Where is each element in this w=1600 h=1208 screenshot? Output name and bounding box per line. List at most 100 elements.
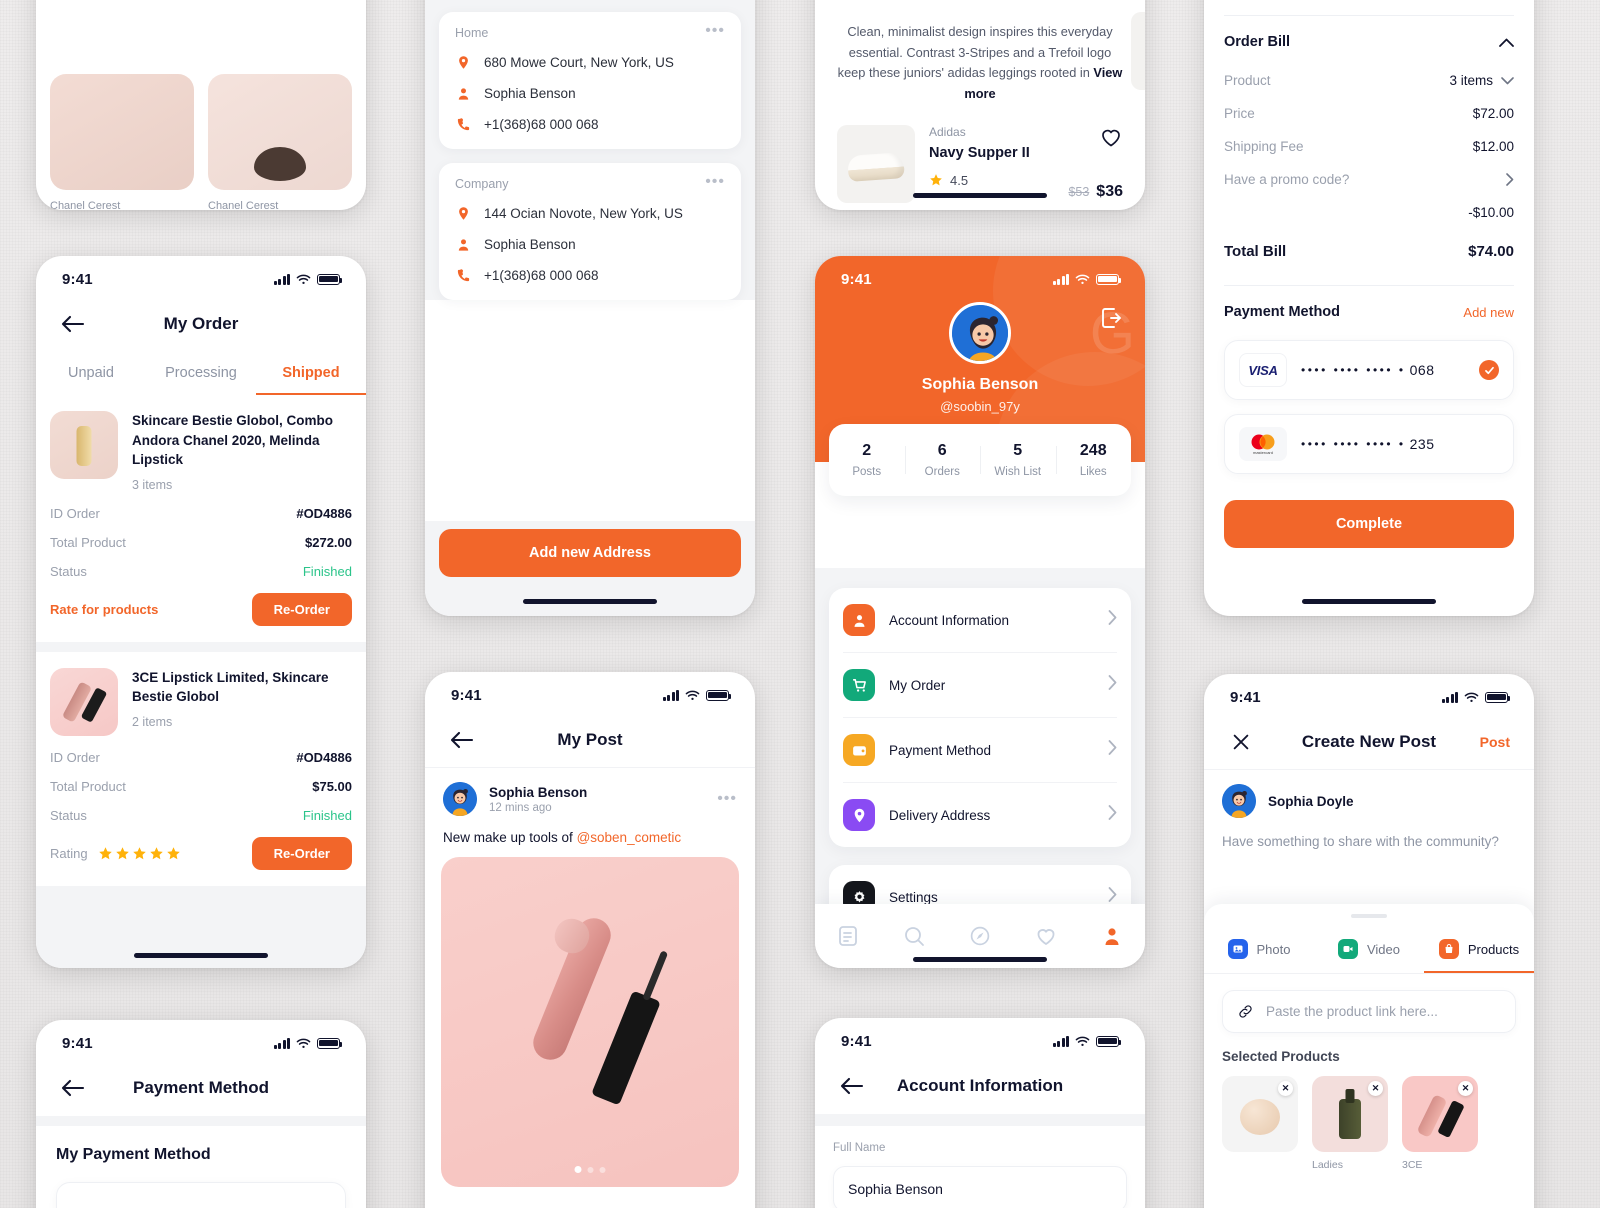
product-card[interactable]: Chanel Cerest Skincare Bestie Globol $24…: [208, 74, 352, 210]
home-indicator: [913, 957, 1047, 962]
compass-icon[interactable]: [968, 924, 992, 948]
link-icon: [1239, 1005, 1252, 1018]
description-text: Clean, minimalist design inspires this e…: [837, 24, 1113, 81]
wifi-icon: [685, 690, 700, 700]
product-card[interactable]: Chanel Cerest Andora Skincare $24.00 4.6…: [50, 74, 194, 210]
avatar[interactable]: [1222, 784, 1256, 818]
home-indicator: [523, 599, 657, 604]
tab-label: Video: [1366, 941, 1400, 957]
stat-posts[interactable]: 2 Posts: [829, 442, 905, 478]
menu-item-delivery-address[interactable]: Delivery Address: [843, 782, 1117, 847]
check-icon[interactable]: [1479, 360, 1499, 380]
selected-product[interactable]: ✕ Ladies: [1312, 1076, 1388, 1171]
cart-icon: [843, 669, 875, 701]
reorder-button[interactable]: Re-Order: [251, 836, 352, 870]
post-image: [441, 857, 739, 1187]
menu-item-account-information[interactable]: Account Information: [843, 588, 1117, 652]
order-status-row: Status Finished: [50, 808, 352, 823]
order-bill-header[interactable]: Order Bill: [1224, 16, 1514, 64]
star-rating: [98, 846, 181, 861]
reorder-button[interactable]: Re-Order: [251, 592, 352, 626]
order-status-value: Finished: [302, 563, 352, 579]
tab-unpaid[interactable]: Unpaid: [36, 352, 146, 395]
selected-product[interactable]: ✕: [1222, 1076, 1298, 1171]
signal-icon: [662, 689, 679, 701]
stat-wishlist[interactable]: 5 Wish List: [980, 442, 1056, 478]
close-icon[interactable]: [1228, 732, 1254, 752]
chevron-up-icon[interactable]: [1499, 38, 1514, 47]
section-title: My Payment Method: [56, 1146, 211, 1163]
remove-product-icon[interactable]: ✕: [1368, 1081, 1383, 1096]
payment-card-mastercard[interactable]: mastercard •••• •••• •••• • 235: [1224, 414, 1514, 474]
more-options-icon[interactable]: •••: [705, 174, 725, 189]
product-link-input[interactable]: Paste the product link here...: [1222, 990, 1516, 1033]
chevron-right-icon[interactable]: [1506, 173, 1514, 186]
profile-handle: @soobin_97y: [940, 399, 1020, 414]
post-mention[interactable]: @soben_cometic: [577, 830, 682, 845]
order-title: Skincare Bestie Globol, Combo Andora Cha…: [132, 413, 334, 468]
order-card[interactable]: Skincare Bestie Globol, Combo Andora Cha…: [36, 395, 366, 642]
stat-likes[interactable]: 248 Likes: [1055, 442, 1132, 478]
rating-value: 4.5: [950, 172, 969, 188]
star-icon: [115, 846, 129, 859]
menu-item-payment-method[interactable]: Payment Method: [843, 717, 1117, 782]
product-image: [208, 74, 352, 190]
chevron-down-icon[interactable]: [1501, 76, 1514, 85]
bill-row-discount: -$10.00: [1224, 196, 1514, 229]
location-icon: [455, 205, 472, 222]
tab-video[interactable]: Video: [1314, 928, 1424, 973]
saved-card-placeholder[interactable]: [56, 1182, 346, 1208]
add-new-address-button[interactable]: Add new Address: [439, 529, 741, 577]
nav-bar: My Post: [425, 712, 755, 768]
address-card[interactable]: Company ••• 144 Ocian Novote, New York, …: [439, 163, 741, 300]
price-current: $36: [1096, 182, 1123, 200]
payment-card-visa[interactable]: VISA •••• •••• •••• • 068: [1224, 340, 1514, 400]
back-arrow-icon[interactable]: [60, 314, 86, 334]
product-name: Navy Supper II: [929, 144, 1030, 161]
order-bill-title: Order Bill: [1224, 34, 1291, 50]
bill-value-text: 3 items: [1449, 73, 1493, 88]
order-thumbnail: [50, 411, 118, 479]
post-text-input[interactable]: Have something to share with the communi…: [1204, 818, 1534, 865]
tab-processing[interactable]: Processing: [146, 352, 256, 395]
profile-icon[interactable]: [1100, 924, 1124, 948]
logout-icon[interactable]: [1099, 306, 1125, 330]
back-arrow-icon[interactable]: [839, 1076, 865, 1096]
remove-product-icon[interactable]: ✕: [1278, 1081, 1293, 1096]
account-information-screen: 9:41 Account Information Full Name Sophi…: [815, 1018, 1145, 1208]
bill-row-product[interactable]: Product 3 items: [1224, 64, 1514, 97]
stat-orders[interactable]: 6 Orders: [904, 442, 981, 478]
tab-photo[interactable]: Photo: [1204, 928, 1314, 973]
back-arrow-icon[interactable]: [60, 1078, 86, 1098]
menu-item-my-order[interactable]: My Order: [843, 652, 1117, 717]
remove-product-icon[interactable]: ✕: [1458, 1081, 1473, 1096]
stat-label: Orders: [924, 466, 960, 478]
heart-icon[interactable]: [1099, 125, 1123, 149]
avatar[interactable]: [443, 782, 477, 816]
selected-product[interactable]: ✕ 3CE: [1402, 1076, 1478, 1171]
complete-button[interactable]: Complete: [1224, 500, 1514, 548]
battery-icon: [1096, 273, 1122, 285]
more-options-icon[interactable]: •••: [717, 791, 737, 806]
order-actions: Rate for products Re-Order: [50, 592, 352, 626]
search-icon[interactable]: [902, 924, 926, 948]
avatar[interactable]: [949, 302, 1011, 364]
address-card[interactable]: Home ••• 680 Mowe Court, New York, US So…: [439, 12, 741, 149]
order-card[interactable]: 3CE Lipstick Limited, Skincare Bestie Gl…: [36, 651, 366, 886]
status-bar: 9:41: [1204, 674, 1534, 714]
feed-icon[interactable]: [836, 924, 860, 948]
rate-products-link[interactable]: Rate for products: [50, 602, 158, 617]
full-name-field[interactable]: Sophia Benson: [833, 1166, 1127, 1208]
back-arrow-icon[interactable]: [449, 730, 475, 750]
tab-shipped[interactable]: Shipped: [256, 352, 366, 395]
post-button[interactable]: Post: [1480, 734, 1510, 750]
add-new-card-link[interactable]: Add new: [1463, 305, 1514, 320]
related-product-row[interactable]: Adidas Navy Supper II 4.5 $53 $36: [815, 105, 1145, 203]
order-total-label: Total Product: [50, 534, 126, 550]
sheet-grabber[interactable]: [1351, 914, 1387, 918]
heart-icon[interactable]: [1034, 924, 1058, 948]
bill-row-total: Total Bill $74.00: [1224, 229, 1514, 269]
bill-row-promo[interactable]: Have a promo code?: [1224, 163, 1514, 196]
tab-products[interactable]: Products: [1424, 928, 1534, 973]
more-options-icon[interactable]: •••: [705, 23, 725, 38]
